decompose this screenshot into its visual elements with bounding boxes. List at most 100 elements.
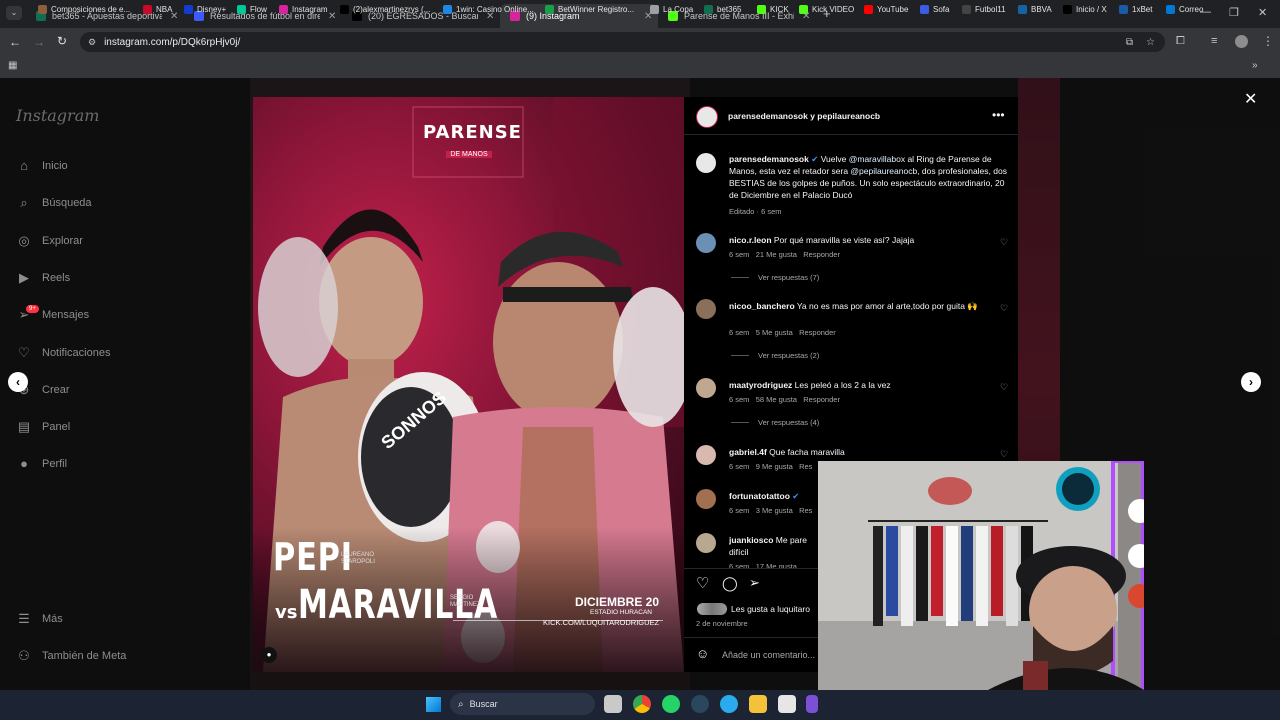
tab-search-button[interactable]: ⌄ [6, 6, 22, 20]
comment-likes[interactable]: 58 Me gusta [756, 395, 797, 404]
comment-avatar[interactable] [696, 489, 716, 509]
bookmark-item[interactable]: Instagram [279, 5, 328, 14]
bookmark-item[interactable]: YouTube [864, 5, 908, 14]
bookmark-item[interactable]: bet365 [704, 5, 741, 14]
comment-likes[interactable]: 5 Me gusta [756, 328, 793, 337]
comment-avatar[interactable] [696, 445, 716, 465]
post-image[interactable]: SONNOS PARENSE DE MANOS PEPI LAUREANO ST… [253, 97, 684, 672]
folder-icon[interactable] [749, 695, 767, 713]
nav-item-perfil[interactable]: ● Perfil [16, 456, 67, 472]
comment-like-icon[interactable]: ♡ [1000, 382, 1008, 393]
caption-username[interactable]: parensedemanosok [729, 154, 809, 164]
close-modal-icon[interactable]: ✕ [1244, 89, 1257, 109]
comment-username[interactable]: nico.r.leon [729, 235, 772, 245]
bookmark-item[interactable]: 1xBet [1119, 5, 1152, 14]
emoji-icon[interactable]: ☺ [696, 646, 709, 661]
more-bookmarks-icon[interactable]: » [1252, 60, 1258, 71]
author-avatar[interactable] [696, 106, 718, 128]
comment-like-icon[interactable]: ♡ [1000, 449, 1008, 460]
apps-icon[interactable]: ▦ [8, 60, 17, 71]
nav-item-inicio[interactable]: ⌂ Inicio [16, 158, 68, 174]
comment-like-icon[interactable]: ♡ [1000, 237, 1008, 248]
add-comment-input[interactable]: Añade un comentario... [722, 650, 815, 660]
view-replies-button[interactable]: Ver respuestas (4) [731, 418, 819, 427]
reply-button[interactable]: Responder [803, 395, 840, 404]
maximize-button[interactable]: ❐ [1229, 6, 1239, 19]
post-header-users[interactable]: parensedemanosok y pepilaureanocb [728, 111, 880, 121]
capture-app-icon[interactable] [778, 695, 796, 713]
nav-item-more[interactable]: ☰ Más [16, 611, 63, 627]
comment-likes[interactable]: 21 Me gusta [756, 250, 797, 259]
chrome-icon[interactable] [633, 695, 651, 713]
bookmark-item[interactable]: Correo [1166, 5, 1203, 14]
bookmark-item[interactable]: Futbol11 [962, 5, 1006, 14]
comment-avatar[interactable] [696, 533, 716, 553]
forward-button[interactable]: → [33, 35, 45, 49]
mention-link[interactable]: @pepilaureanocb [850, 166, 917, 176]
steam-icon[interactable] [691, 695, 709, 713]
reload-button[interactable]: ↻ [57, 34, 67, 48]
view-replies-button[interactable]: Ver respuestas (2) [731, 351, 819, 360]
reply-button[interactable]: Res [799, 506, 812, 515]
whatsapp-icon[interactable] [662, 695, 680, 713]
bookmark-item[interactable]: (2)alexmartinezrys (... [340, 5, 430, 14]
prev-post-button[interactable]: ‹ [8, 372, 28, 392]
comment-icon[interactable]: ◯ [722, 575, 738, 592]
nav-item-panel[interactable]: ▤ Panel [16, 419, 70, 435]
bookmark-item[interactable]: Disney+ [184, 5, 226, 14]
bookmark-item[interactable]: BetWinner Registro... [545, 5, 634, 14]
taskbar-search[interactable]: ⌕ Buscar [450, 693, 595, 715]
back-button[interactable]: ← [9, 35, 21, 49]
file-explorer-icon[interactable] [604, 695, 622, 713]
mention-link[interactable]: @maravillabox [849, 154, 905, 164]
user-tag-icon[interactable]: ● [261, 647, 277, 663]
like-icon[interactable]: ♡ [696, 574, 709, 592]
bookmark-item[interactable]: BBVA [1018, 5, 1052, 14]
install-app-icon[interactable]: ⧉ [1126, 37, 1133, 48]
bookmark-item[interactable]: NBA [143, 5, 172, 14]
nav-item-reels[interactable]: ▶ Reels [16, 270, 70, 286]
liked-by-text[interactable]: Les gusta a luquitaro [731, 604, 810, 614]
comment-username[interactable]: nicoo_banchero [729, 301, 795, 311]
browser-menu-icon[interactable]: ⋮ [1262, 34, 1274, 48]
comment-like-icon[interactable]: ♡ [1000, 303, 1008, 314]
bookmark-item[interactable]: KICK [757, 5, 789, 14]
comment-likes[interactable]: 9 Me gusta [756, 462, 793, 471]
tab-close-icon[interactable]: ✕ [328, 11, 336, 22]
vs-icon[interactable] [806, 695, 818, 713]
view-replies-button[interactable]: Ver respuestas (7) [731, 273, 819, 282]
address-bar[interactable]: ⚙ instagram.com/p/DQk6rpHjv0j/ ⧉ ☆ [80, 32, 1165, 52]
telegram-icon[interactable] [720, 695, 738, 713]
comment-avatar[interactable] [696, 378, 716, 398]
nav-item-notificaciones[interactable]: ♡ Notificaciones [16, 345, 110, 361]
share-icon[interactable]: ➢ [749, 575, 760, 591]
caption-avatar[interactable] [696, 153, 716, 173]
nav-item-explorar[interactable]: ◎ Explorar [16, 233, 83, 249]
close-window-button[interactable]: ✕ [1258, 6, 1267, 19]
start-icon[interactable] [426, 697, 441, 712]
bookmark-item[interactable]: Flow [237, 5, 267, 14]
site-info-icon[interactable]: ⚙ [88, 37, 96, 48]
bookmark-star-icon[interactable]: ☆ [1146, 37, 1155, 48]
comment-username[interactable]: juankiosco [729, 535, 773, 545]
profile-avatar[interactable] [1235, 35, 1248, 48]
reply-button[interactable]: Responder [803, 250, 840, 259]
bookmark-item[interactable]: Composiciones de e... [38, 5, 130, 14]
comment-username[interactable]: maatyrodriguez [729, 380, 792, 390]
comment-likes[interactable]: 3 Me gusta [756, 506, 793, 515]
nav-item-busqueda[interactable]: ⌕ Búsqueda [16, 195, 91, 211]
media-icon[interactable]: ≡ [1211, 35, 1217, 47]
comment-avatar[interactable] [696, 233, 716, 253]
comment-avatar[interactable] [696, 299, 716, 319]
more-options-icon[interactable]: ••• [992, 108, 1005, 122]
bookmark-item[interactable]: Kick VIDEO [799, 5, 854, 14]
comment-username[interactable]: gabriel.4f [729, 447, 767, 457]
instagram-logo[interactable]: Instagram [16, 106, 99, 125]
reply-button[interactable]: Res [799, 462, 812, 471]
bookmark-item[interactable]: 1win: Casino Online... [443, 5, 534, 14]
next-post-button[interactable]: › [1241, 372, 1261, 392]
nav-item-also-from-meta[interactable]: ⚇ También de Meta [16, 648, 126, 664]
bookmark-item[interactable]: Inicio / X [1063, 5, 1107, 14]
bookmark-item[interactable]: Sofa [920, 5, 949, 14]
bookmark-item[interactable]: La Copa [650, 5, 693, 14]
